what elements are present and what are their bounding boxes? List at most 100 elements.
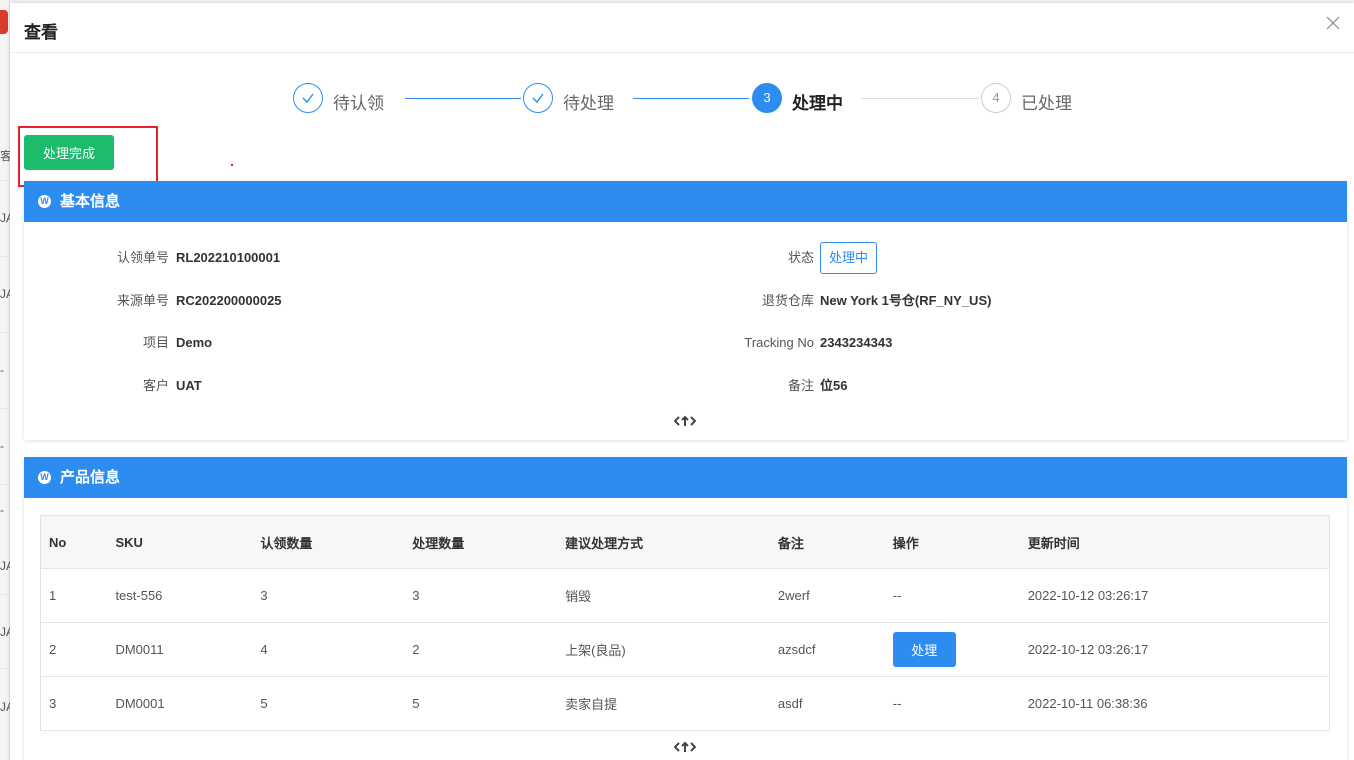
- cell-process-qty: 3: [404, 568, 558, 623]
- bg-row-divider: [0, 484, 10, 485]
- bg-text-fragment: 客: [0, 149, 10, 163]
- table-row: 3 DM0001 5 5 卖家自提 asdf -- 2022-10-11 06:…: [40, 676, 1330, 731]
- panel-title: 产品信息: [60, 469, 121, 486]
- column-header: 操作: [884, 515, 1020, 569]
- column-header: 更新时间: [1019, 515, 1330, 569]
- collapse-toggle-icon[interactable]: [673, 414, 697, 431]
- step-label-processing: 处理中: [792, 94, 843, 113]
- check-icon: [293, 83, 323, 113]
- cell-sku: DM0001: [107, 676, 253, 731]
- bg-row-divider: [0, 180, 10, 181]
- column-header: SKU: [107, 515, 253, 569]
- project-label: 项目: [142, 335, 169, 350]
- close-icon-glyph: [1326, 16, 1340, 30]
- close-icon[interactable]: [1324, 15, 1342, 33]
- cell-op: 处理: [884, 622, 1020, 677]
- customer-value: UAT: [176, 378, 202, 393]
- panel-header: W 基本信息: [24, 181, 1347, 222]
- bg-row-divider: [0, 408, 10, 409]
- annotation-dot: [231, 164, 233, 166]
- cell-suggest: 销毁: [557, 568, 770, 623]
- cell-updated: 2022-10-12 03:26:17: [1019, 622, 1330, 677]
- cell-updated: 2022-10-12 03:26:17: [1019, 568, 1330, 623]
- source-no-value: RC202200000025: [176, 293, 282, 308]
- cell-suggest: 卖家自提: [557, 676, 770, 731]
- tracking-label: Tracking No: [744, 335, 814, 350]
- wordpress-icon: W: [38, 195, 51, 208]
- bg-text-fragment: -: [0, 363, 4, 377]
- claim-no-value: RL202210100001: [176, 250, 281, 265]
- project-value: Demo: [176, 335, 213, 350]
- cell-sku: DM0011: [107, 622, 253, 677]
- bg-row-divider: [0, 256, 10, 257]
- cell-sku: test-556: [107, 568, 253, 623]
- cell-claim-qty: 5: [252, 676, 405, 731]
- product-table: No SKU 认领数量 处理数量 建议处理方式 备注 操作 更新时间 1 tes…: [40, 515, 1330, 731]
- wordpress-icon: W: [38, 471, 51, 484]
- process-complete-button[interactable]: 处理完成: [24, 135, 114, 170]
- warehouse-label: 退货仓库: [761, 293, 814, 308]
- panel-title: 基本信息: [60, 193, 121, 210]
- modal-header: 查看: [10, 3, 1354, 53]
- step-label-processed: 已处理: [1021, 94, 1072, 113]
- column-header: 认领数量: [252, 515, 405, 569]
- cell-op: --: [884, 676, 1020, 731]
- bg-text-fragment: JA: [0, 287, 10, 301]
- view-modal: 查看 待认领 待处理 3 处理中 4 已处理 处理完成 W 基本信息 认领单号: [10, 3, 1354, 760]
- warehouse-value: New York 1号仓(RF_NY_US): [820, 293, 992, 308]
- step-number-4: 4: [981, 83, 1011, 113]
- step-connector: [405, 98, 521, 99]
- step-label-pending-claim: 待认领: [333, 94, 384, 113]
- column-header: No: [40, 515, 108, 569]
- background-page: 客 JA JA - - - JA JA JA: [0, 0, 10, 760]
- tracking-value: 2343234343: [820, 335, 893, 350]
- cell-updated: 2022-10-11 06:38:36: [1019, 676, 1330, 731]
- basic-info-panel: W 基本信息 认领单号 RL202210100001 状态 处理中 来源单号 R…: [24, 181, 1347, 440]
- bg-text-fragment: JA: [0, 625, 10, 639]
- info-row: 项目 Demo Tracking No 2343234343: [24, 328, 1347, 358]
- claim-no-label: 认领单号: [116, 250, 169, 265]
- cell-op: --: [884, 568, 1020, 623]
- info-row: 客户 UAT 备注 位56: [24, 371, 1347, 401]
- step-connector: [861, 98, 979, 99]
- process-row-button[interactable]: 处理: [892, 632, 956, 667]
- step-label-pending-process: 待处理: [563, 94, 614, 113]
- customer-label: 客户: [142, 378, 169, 393]
- bg-row-divider: [0, 594, 10, 595]
- cell-process-qty: 5: [404, 676, 558, 731]
- table-row: 2 DM0011 4 2 上架(良品) azsdcf 处理 2022-10-12…: [40, 622, 1330, 677]
- cell-remark: 2werf: [769, 568, 885, 623]
- cell-remark: azsdcf: [769, 622, 885, 677]
- column-header: 备注: [769, 515, 885, 569]
- app-logo: [0, 10, 8, 34]
- remark-label: 备注: [787, 378, 814, 393]
- bg-text-fragment: JA: [0, 211, 10, 225]
- status-badge: 处理中: [820, 242, 878, 274]
- bg-row-divider: [0, 332, 10, 333]
- cell-process-qty: 2: [404, 622, 558, 677]
- status-label: 状态: [787, 250, 814, 265]
- step-connector: [633, 98, 749, 99]
- bg-text-fragment: -: [0, 503, 4, 517]
- cell-suggest: 上架(良品): [557, 622, 770, 677]
- cell-no: 3: [40, 676, 108, 731]
- bg-text-fragment: JA: [0, 700, 10, 714]
- source-no-label: 来源单号: [116, 293, 169, 308]
- info-row: 认领单号 RL202210100001 状态 处理中: [24, 242, 1347, 274]
- column-header: 建议处理方式: [557, 515, 770, 569]
- cell-claim-qty: 3: [252, 568, 405, 623]
- bg-text-fragment: JA: [0, 559, 10, 573]
- cell-remark: asdf: [769, 676, 885, 731]
- check-icon: [523, 83, 553, 113]
- product-info-panel: W 产品信息 No SKU 认领数量 处理数量 建议处理方式 备注 操作 更新时…: [24, 457, 1347, 760]
- remark-value: 位56: [820, 378, 848, 393]
- collapse-toggle-icon[interactable]: [673, 740, 697, 757]
- bg-text-fragment: -: [0, 439, 4, 453]
- column-header: 处理数量: [404, 515, 558, 569]
- bg-row-divider: [0, 668, 10, 669]
- cell-claim-qty: 4: [252, 622, 405, 677]
- panel-header: W 产品信息: [24, 457, 1347, 498]
- table-row: 1 test-556 3 3 销毁 2werf -- 2022-10-12 03…: [40, 568, 1330, 623]
- modal-title: 查看: [24, 23, 58, 42]
- step-number-3: 3: [752, 83, 782, 113]
